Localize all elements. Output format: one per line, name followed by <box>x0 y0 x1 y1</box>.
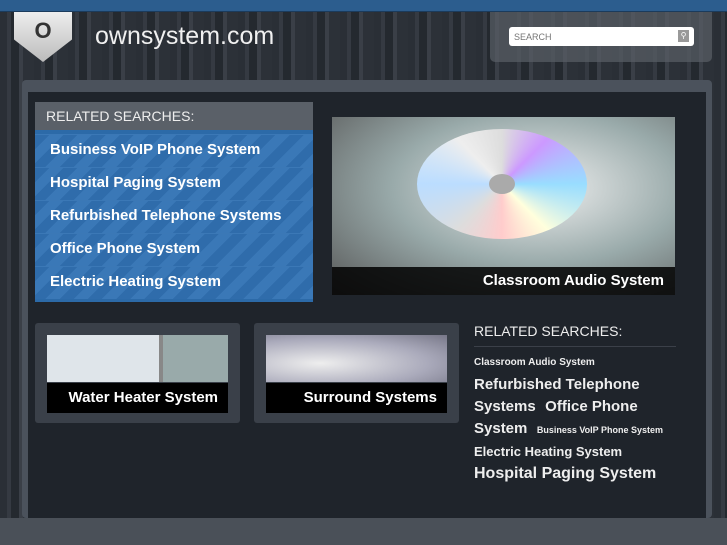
search-icon[interactable]: ⚲ <box>678 30 689 42</box>
footer-bar <box>0 518 727 545</box>
related-link[interactable]: Business VoIP Phone System <box>35 134 313 167</box>
hero-image-link[interactable]: Classroom Audio System <box>332 117 675 295</box>
search-input[interactable] <box>509 27 694 46</box>
cd-image <box>417 129 587 239</box>
tag-link[interactable]: Electric Heating System <box>474 444 622 459</box>
related-link[interactable]: Electric Heating System <box>35 266 313 299</box>
logo[interactable]: O <box>14 12 72 62</box>
tag-cloud: Classroom Audio System Refurbished Telep… <box>474 350 684 485</box>
hero-caption[interactable]: Classroom Audio System <box>332 267 675 295</box>
site-title[interactable]: ownsystem.com <box>95 22 274 51</box>
thumb-card[interactable]: Surround Systems <box>254 323 459 423</box>
thumb-image <box>266 335 447 382</box>
top-bar <box>0 0 727 12</box>
related-link[interactable]: Office Phone System <box>35 233 313 266</box>
logo-letter: O <box>34 18 52 43</box>
related-link[interactable]: Hospital Paging System <box>35 167 313 200</box>
related-heading: RELATED SEARCHES: <box>35 102 313 130</box>
thumb-caption[interactable]: Water Heater System <box>47 383 228 413</box>
related-link[interactable]: Refurbished Telephone Systems <box>35 200 313 233</box>
search-panel: ⚲ <box>490 12 712 62</box>
thumb-card[interactable]: Water Heater System <box>35 323 240 423</box>
thumb-caption[interactable]: Surround Systems <box>266 383 447 413</box>
thumb-image <box>47 335 228 382</box>
tag-link[interactable]: Business VoIP Phone System <box>537 425 663 435</box>
related-searches-box: RELATED SEARCHES: Business VoIP Phone Sy… <box>35 102 313 302</box>
related-cloud-heading: RELATED SEARCHES: <box>474 323 676 347</box>
tag-link[interactable]: Classroom Audio System <box>474 357 595 368</box>
tag-link[interactable]: Hospital Paging System <box>474 465 656 482</box>
